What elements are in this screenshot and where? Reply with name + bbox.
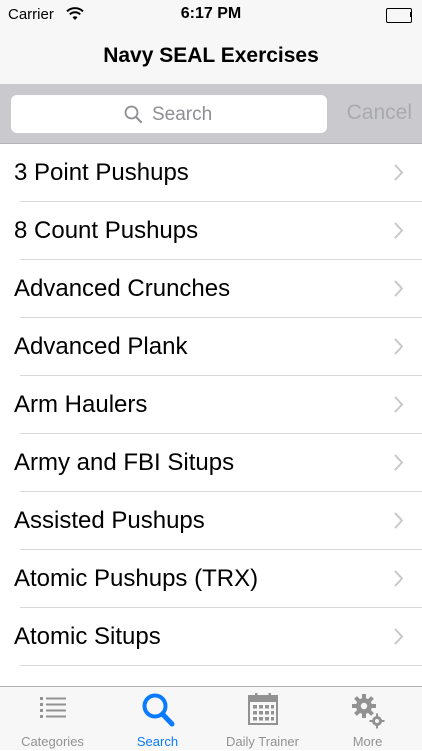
navigation-bar: Navy SEAL Exercises	[0, 30, 422, 84]
gears-icon	[315, 692, 420, 730]
chevron-right-icon	[394, 338, 404, 360]
page-title: Navy SEAL Exercises	[103, 44, 319, 67]
chevron-right-icon	[394, 164, 404, 186]
status-time: 6:17 PM	[180, 5, 242, 22]
calendar-icon	[210, 692, 315, 730]
list-item[interactable]: Advanced Crunches	[0, 260, 422, 318]
list-item-label: Assisted Pushups	[14, 507, 205, 534]
list-item[interactable]: Advanced Plank	[0, 318, 422, 376]
tab-label: Daily Trainer	[226, 734, 299, 749]
list-item-label: Army and FBI Situps	[14, 449, 235, 476]
list-item-label: Advanced Plank	[14, 333, 188, 360]
chevron-right-icon	[394, 512, 404, 534]
search-icon	[105, 692, 210, 730]
search-input[interactable]: Search	[11, 95, 327, 133]
search-icon	[124, 105, 142, 128]
list-item[interactable]: 8 Count Pushups	[0, 202, 422, 260]
tab-more[interactable]: More	[315, 687, 420, 751]
list-item[interactable]: Atomic Situps	[0, 608, 422, 666]
list-item[interactable]: Arm Haulers	[0, 376, 422, 434]
search-bar: Search Cancel	[0, 84, 422, 144]
list-item-label: 3 Point Pushups	[14, 159, 189, 186]
list-item-label: Advanced Crunches	[14, 275, 231, 302]
tab-search[interactable]: Search	[105, 687, 210, 751]
chevron-right-icon	[394, 280, 404, 302]
tab-bar: Categories Search Daily Trainer More	[0, 686, 422, 750]
list-item[interactable]: 3 Point Pushups	[0, 144, 422, 202]
chevron-right-icon	[394, 570, 404, 592]
chevron-right-icon	[394, 396, 404, 418]
list-item[interactable]: Army and FBI Situps	[0, 434, 422, 492]
chevron-right-icon	[394, 222, 404, 244]
battery-icon	[386, 8, 412, 23]
list-item[interactable]: Assisted Pushups	[0, 492, 422, 550]
cancel-button[interactable]: Cancel	[347, 101, 412, 125]
list-item[interactable]: Atomic Pushups (TRX)	[0, 550, 422, 608]
tab-categories[interactable]: Categories	[0, 687, 105, 751]
tab-label: More	[352, 734, 383, 749]
list-item-label: Atomic Pushups (TRX)	[14, 565, 259, 592]
chevron-right-icon	[394, 628, 404, 650]
tab-daily-trainer[interactable]: Daily Trainer	[210, 687, 315, 751]
chevron-right-icon	[394, 454, 404, 476]
list-item-label: Atomic Situps	[14, 623, 161, 650]
list-item-label: 8 Count Pushups	[14, 217, 199, 244]
exercise-list: 3 Point Pushups 8 Count Pushups Advanced C…	[0, 144, 422, 686]
status-bar: Carrier 6:17 PM	[0, 0, 422, 30]
list-icon	[0, 692, 105, 730]
tab-label: Search	[136, 734, 179, 749]
search-placeholder: Search	[152, 104, 213, 125]
tab-label: Categories	[21, 734, 84, 749]
list-item-label: Arm Haulers	[14, 391, 148, 418]
